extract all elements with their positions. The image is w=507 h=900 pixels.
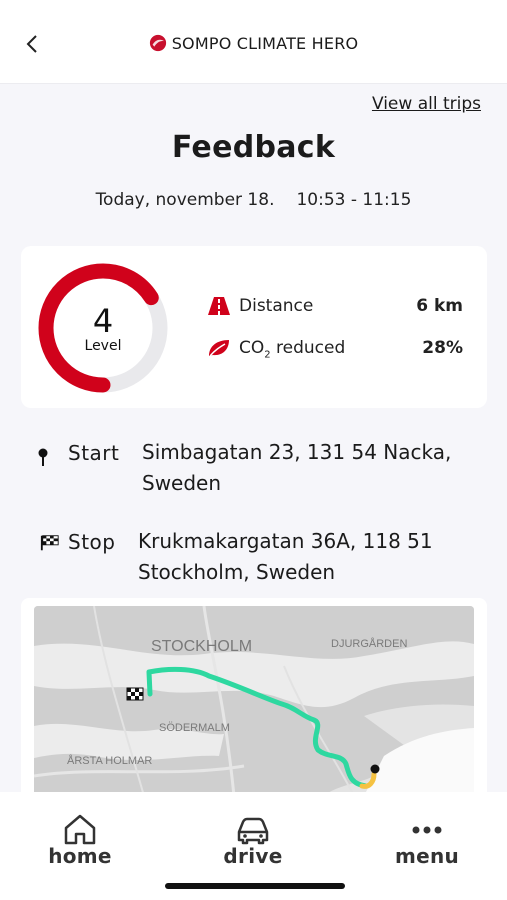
map-label-sodermalm: SÖDERMALM (159, 722, 230, 734)
car-icon (237, 817, 269, 845)
co2-label: CO2 reduced (239, 338, 345, 360)
trip-date: Today, november 18. (95, 190, 275, 210)
tab-home-label: home (48, 844, 112, 868)
brand-name: SOMPO CLIMATE HERO (171, 34, 359, 53)
leaf-icon (209, 340, 229, 357)
start-point-marker (370, 764, 380, 774)
distance-row: Distance 6 km (207, 294, 463, 320)
start-address: Simbagatan 23, 131 54 Nacka, Sweden (142, 440, 452, 495)
tab-home[interactable]: home (20, 812, 140, 868)
route-map[interactable]: STOCKHOLM DJURGÅRDEN SÖDERMALM ÅRSTA HOL… (34, 606, 474, 796)
map-label-djurgarden: DJURGÅRDEN (331, 637, 407, 650)
tab-drive[interactable]: drive (193, 812, 313, 868)
road-icon (208, 297, 230, 315)
app-brand: SOMPO CLIMATE HERO (0, 34, 507, 53)
tab-drive-label: drive (223, 844, 283, 868)
co2-label-prefix: CO (239, 338, 265, 358)
co2-label-suffix: reduced (270, 338, 346, 358)
app-header: SOMPO CLIMATE HERO (0, 0, 507, 84)
sompo-logo-icon (149, 34, 166, 52)
tab-menu[interactable]: menu (367, 812, 487, 868)
map-canvas: STOCKHOLM DJURGÅRDEN SÖDERMALM ÅRSTA HOL… (34, 606, 474, 796)
map-finish-flag-icon (126, 687, 144, 701)
trip-time-range: 10:53 - 11:15 (296, 190, 412, 210)
home-icon (64, 814, 96, 845)
co2-row: CO2 reduced 28% (207, 336, 463, 362)
pin-icon (38, 448, 48, 466)
stop-label: Stop (68, 530, 116, 554)
page-title: Feedback (171, 130, 336, 165)
trip-summary-card: 4 Level Distance 6 km CO2 reduced 28% (21, 246, 487, 408)
level-value: 4 (92, 302, 114, 340)
map-label-stockholm: STOCKHOLM (151, 638, 252, 655)
trip-stop: Stop Krukmakargatan 36A, 118 51 Stockhol… (36, 529, 476, 590)
checkered-flag-icon (40, 535, 59, 551)
stop-address: Krukmakargatan 36A, 118 51 Stockholm, Sw… (138, 529, 433, 584)
trip-start: Start Simbagatan 23, 131 54 Nacka, Swede… (36, 440, 476, 501)
home-indicator (165, 883, 345, 889)
distance-label: Distance (239, 296, 314, 316)
route-map-card: STOCKHOLM DJURGÅRDEN SÖDERMALM ÅRSTA HOL… (21, 598, 487, 798)
co2-value: 28% (422, 338, 463, 358)
tab-menu-label: menu (394, 844, 460, 868)
view-all-trips-link[interactable]: View all trips (372, 94, 481, 114)
start-label: Start (68, 441, 120, 465)
distance-value: 6 km (416, 296, 463, 316)
map-label-arsta: ÅRSTA HOLMAR (67, 754, 152, 767)
trip-datetime: Today, november 18. 10:53 - 11:15 (0, 190, 507, 210)
more-dots-icon (412, 826, 442, 834)
level-label: Level (84, 338, 122, 354)
